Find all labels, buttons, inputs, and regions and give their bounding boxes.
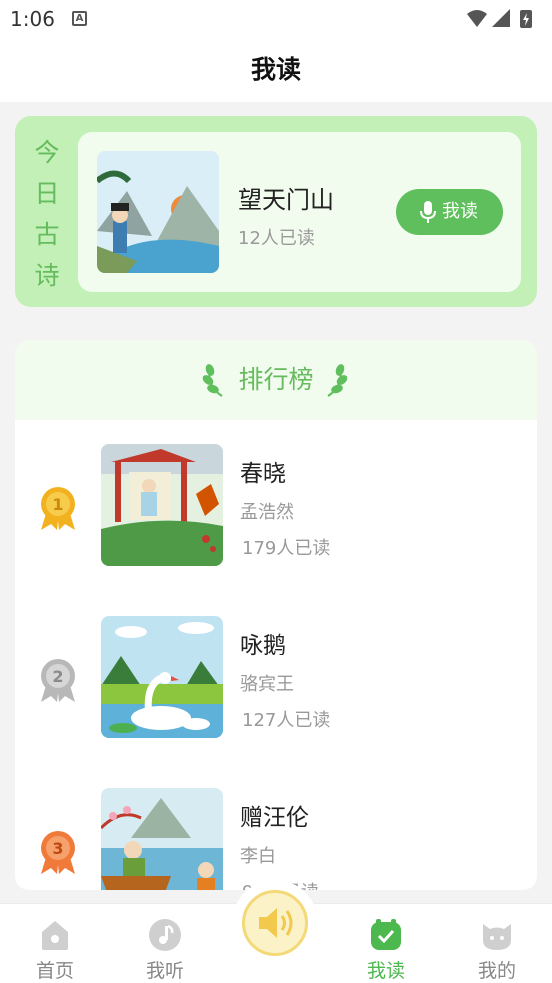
laurel-right-icon xyxy=(327,364,348,397)
home-icon xyxy=(42,921,68,950)
ranking-card: 排行榜 1 春晓 孟浩然 179人已读 2 咏鹅 骆宾王 127人已读 3 赠汪… xyxy=(15,340,537,890)
poem-title: 春晓 xyxy=(240,461,286,487)
signal-icon xyxy=(492,9,510,27)
nav-label: 我的 xyxy=(477,960,516,982)
today-poem-label: 今 日 古 诗 xyxy=(33,132,61,296)
poem-illustration[interactable] xyxy=(97,151,219,273)
status-icons xyxy=(467,9,532,28)
music-note-icon xyxy=(149,919,181,951)
ranking-item[interactable]: 2 咏鹅 骆宾王 127人已读 xyxy=(15,616,537,766)
poem-author: 李白 xyxy=(240,846,276,867)
today-label-char: 诗 xyxy=(34,261,60,290)
read-count: 127人已读 xyxy=(242,710,331,731)
read-button-label: 我读 xyxy=(442,201,478,222)
ranking-item[interactable]: 3 赠汪伦 李白 98人已读 xyxy=(15,788,537,890)
poem-author: 孟浩然 xyxy=(240,502,294,523)
today-read-count: 12人已读 xyxy=(238,228,315,249)
read-count: 179人已读 xyxy=(242,538,331,559)
nav-item-read[interactable]: 我读 xyxy=(341,904,431,983)
poem-title: 咏鹅 xyxy=(240,633,286,659)
today-poem-card: 今 日 古 诗 望天门山 12人已读 我读 xyxy=(15,116,537,307)
today-label-char: 今 xyxy=(34,138,60,167)
nav-item-mine[interactable]: 我的 xyxy=(452,904,542,983)
mic-icon xyxy=(420,201,436,223)
today-label-char: 古 xyxy=(34,220,60,249)
read-button[interactable]: 我读 xyxy=(396,189,503,235)
medal-rank: 3 xyxy=(52,839,63,858)
check-badge-icon xyxy=(371,919,401,950)
medal-rank: 2 xyxy=(52,667,63,686)
poem-author: 骆宾王 xyxy=(240,674,294,695)
center-play-button[interactable] xyxy=(232,880,318,966)
app-header: 我读 xyxy=(0,38,552,102)
center-play-inner[interactable] xyxy=(242,890,308,956)
status-bar: 1:06 A xyxy=(0,0,552,38)
poem-illustration xyxy=(101,788,223,890)
ranking-title: 排行榜 xyxy=(238,365,314,394)
wifi-icon xyxy=(467,10,487,27)
today-poem-item[interactable]: 望天门山 12人已读 我读 xyxy=(78,132,521,292)
silver-medal-icon: 2 xyxy=(41,659,75,702)
nav-item-home[interactable]: 首页 xyxy=(10,904,100,983)
page-title: 我读 xyxy=(250,55,301,84)
nav-label: 我听 xyxy=(145,960,184,982)
cat-face-icon xyxy=(483,924,511,950)
today-poem-title: 望天门山 xyxy=(238,186,334,214)
status-time: 1:06 xyxy=(10,7,55,31)
ranking-item[interactable]: 1 春晓 孟浩然 179人已读 xyxy=(15,444,537,594)
nav-label: 我读 xyxy=(366,960,405,982)
ranking-header: 排行榜 xyxy=(15,340,537,420)
nav-item-listen[interactable]: 我听 xyxy=(120,904,210,983)
today-label-char: 日 xyxy=(34,179,60,208)
poem-illustration xyxy=(101,616,223,738)
medal-rank: 1 xyxy=(52,495,63,514)
nav-label: 首页 xyxy=(35,960,74,982)
poem-title: 赠汪伦 xyxy=(240,805,309,831)
gold-medal-icon: 1 xyxy=(41,487,75,530)
notification-icon: A xyxy=(72,11,87,26)
poem-illustration xyxy=(101,444,223,566)
speaker-icon xyxy=(259,908,293,938)
bronze-medal-icon: 3 xyxy=(41,831,75,874)
